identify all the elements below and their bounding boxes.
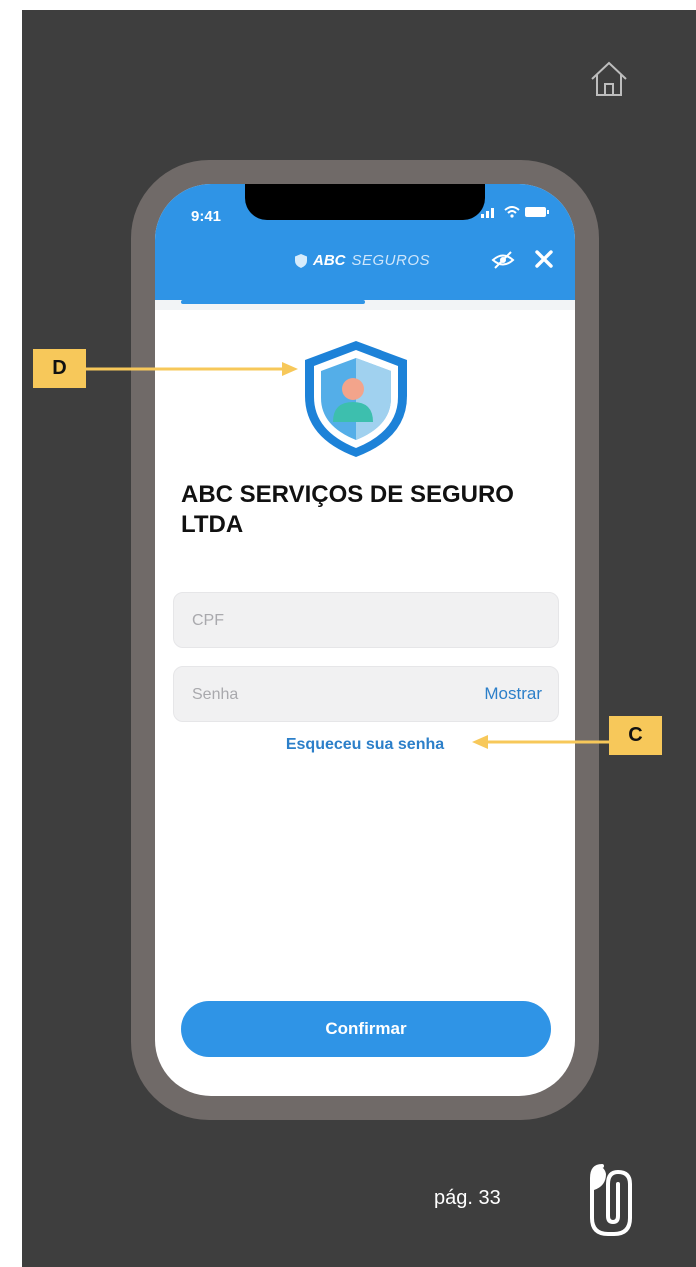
status-icons: [481, 206, 549, 218]
brand-name-light: SEGUROS: [351, 252, 431, 269]
phone-notch: [245, 184, 485, 220]
annotation-arrow-d: [86, 362, 298, 376]
brand-name-bold: ABC: [313, 252, 346, 269]
home-icon[interactable]: [588, 58, 630, 100]
signal-icon: [481, 208, 494, 218]
cpf-field[interactable]: [173, 592, 559, 649]
progress-indicator: [181, 300, 365, 304]
show-password-link[interactable]: Mostrar: [484, 684, 542, 704]
paperclip-icon: [590, 1164, 632, 1236]
password-input[interactable]: [190, 667, 464, 723]
wifi-icon: [504, 206, 520, 218]
shield-icon: [305, 341, 407, 457]
company-name: ABC SERVIÇOS DE SEGURO LTDA: [181, 481, 514, 538]
confirm-button[interactable]: Confirmar: [181, 1001, 551, 1057]
cpf-input[interactable]: [190, 593, 464, 649]
annotation-marker-d: D: [33, 349, 86, 388]
brand-logo: ABC SEGUROS: [295, 252, 430, 269]
password-field[interactable]: Mostrar: [173, 666, 559, 723]
page-number: pág. 33: [434, 1187, 501, 1209]
annotation-arrow-c: [472, 735, 610, 749]
close-icon[interactable]: [535, 250, 553, 268]
eye-off-icon[interactable]: [491, 250, 515, 270]
brand-shield-icon: [295, 253, 307, 268]
phone-screen: 9:41 ABC SEGUROS ABC SERVIÇOS DE SEGURO …: [155, 184, 575, 1096]
battery-icon: [525, 207, 549, 217]
slide-background: 9:41 ABC SEGUROS ABC SERVIÇOS DE SEGURO …: [22, 10, 696, 1267]
status-time: 9:41: [191, 208, 222, 225]
annotation-marker-c: C: [609, 716, 662, 755]
phone-frame: 9:41 ABC SEGUROS ABC SERVIÇOS DE SEGURO …: [131, 160, 599, 1120]
